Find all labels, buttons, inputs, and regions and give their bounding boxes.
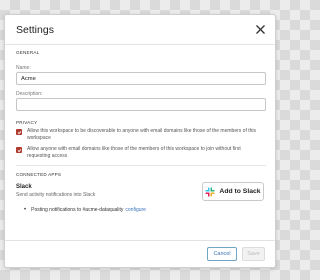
- checkmark-icon: [17, 148, 21, 152]
- privacy-section-label: PRIVACY: [16, 120, 38, 125]
- name-label: Name:: [16, 65, 31, 71]
- slack-notification-item: • Posting notifications to #acme-dataqua…: [16, 207, 264, 213]
- discoverable-checkbox[interactable]: [16, 129, 22, 135]
- discoverable-label: Allow this workspace to be discoverable …: [27, 128, 257, 141]
- cancel-button[interactable]: Cancel: [207, 247, 237, 261]
- modal-footer: Cancel Save: [5, 240, 275, 267]
- slack-title: Slack: [16, 184, 32, 190]
- connected-apps-section-label: CONNECTED APPS: [16, 172, 62, 177]
- add-to-slack-label: Add to Slack: [219, 188, 261, 195]
- name-input[interactable]: [16, 72, 266, 85]
- slack-info: Slack Send activity notifications into S…: [16, 184, 95, 198]
- configure-link[interactable]: configure: [125, 207, 146, 213]
- close-icon[interactable]: [254, 24, 266, 36]
- checkmark-icon: [17, 130, 21, 134]
- discoverable-option: Allow this workspace to be discoverable …: [16, 128, 264, 142]
- bullet-icon: •: [24, 207, 27, 213]
- auto-join-option: Allow anyone with email domains like tho…: [16, 146, 264, 160]
- modal-title: Settings: [16, 23, 54, 36]
- description-input[interactable]: [16, 98, 266, 111]
- save-button[interactable]: Save: [242, 247, 265, 261]
- description-label: Description:: [16, 91, 43, 97]
- section-divider: [16, 165, 266, 166]
- slack-notification-text: Posting notifications to #acme-dataquali…: [31, 207, 124, 213]
- auto-join-label: Allow anyone with email domains like tho…: [27, 146, 241, 159]
- general-section-label: GENERAL: [16, 50, 40, 55]
- slack-app-row: Slack Send activity notifications into S…: [16, 182, 264, 201]
- slack-logo-icon: [205, 186, 216, 197]
- auto-join-checkbox[interactable]: [16, 147, 22, 153]
- settings-modal: Settings GENERAL Name: Description: PRIV…: [4, 14, 276, 268]
- add-to-slack-button[interactable]: Add to Slack: [202, 182, 264, 201]
- slack-description: Send activity notifications into Slack: [16, 192, 96, 198]
- modal-header: Settings: [5, 15, 275, 45]
- modal-body: GENERAL Name: Description: PRIVACY Allow…: [5, 50, 275, 213]
